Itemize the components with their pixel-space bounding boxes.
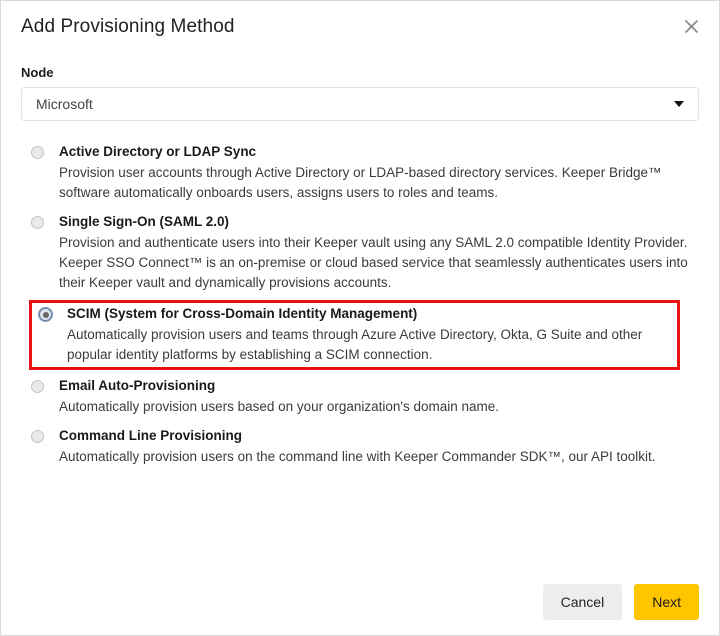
option-description: Automatically provision users and teams … (67, 327, 643, 362)
option-email-auto-provisioning[interactable]: Email Auto-Provisioning Automatically pr… (21, 372, 699, 422)
add-provisioning-method-dialog: Add Provisioning Method Node Microsoft A… (0, 0, 720, 636)
option-title: Active Directory or LDAP Sync (59, 144, 257, 159)
option-active-directory-ldap-sync[interactable]: Active Directory or LDAP Sync Provision … (21, 138, 699, 208)
dialog-header: Add Provisioning Method (1, 1, 719, 45)
page-title: Add Provisioning Method (21, 16, 235, 37)
option-title: Command Line Provisioning (59, 428, 243, 443)
node-select[interactable]: Microsoft (21, 87, 699, 121)
radio-email-auto-provisioning[interactable] (31, 380, 44, 393)
cancel-button[interactable]: Cancel (542, 584, 623, 620)
radio-scim[interactable] (39, 308, 52, 321)
dialog-body: Node Microsoft Active Directory or LDAP … (1, 45, 719, 472)
option-description: Automatically provision users on the com… (59, 449, 656, 464)
provisioning-method-options: Active Directory or LDAP Sync Provision … (21, 138, 699, 472)
node-label: Node (21, 65, 54, 80)
dialog-footer: Cancel Next (1, 569, 719, 635)
chevron-down-icon (674, 101, 684, 107)
node-select-value: Microsoft (36, 96, 93, 112)
option-title: SCIM (System for Cross-Domain Identity M… (67, 306, 418, 321)
option-command-line-provisioning[interactable]: Command Line Provisioning Automatically … (21, 422, 699, 472)
next-button[interactable]: Next (634, 584, 699, 620)
option-scim[interactable]: SCIM (System for Cross-Domain Identity M… (29, 300, 680, 370)
option-description: Provision and authenticate users into th… (59, 235, 688, 290)
close-icon[interactable] (677, 12, 705, 40)
radio-single-sign-on-saml[interactable] (31, 216, 44, 229)
radio-active-directory-ldap-sync[interactable] (31, 146, 44, 159)
option-single-sign-on-saml[interactable]: Single Sign-On (SAML 2.0) Provision and … (21, 208, 699, 298)
option-description: Automatically provision users based on y… (59, 399, 500, 414)
option-title: Email Auto-Provisioning (59, 378, 216, 393)
option-description: Provision user accounts through Active D… (59, 165, 662, 200)
radio-command-line-provisioning[interactable] (31, 430, 44, 443)
option-title: Single Sign-On (SAML 2.0) (59, 214, 230, 229)
